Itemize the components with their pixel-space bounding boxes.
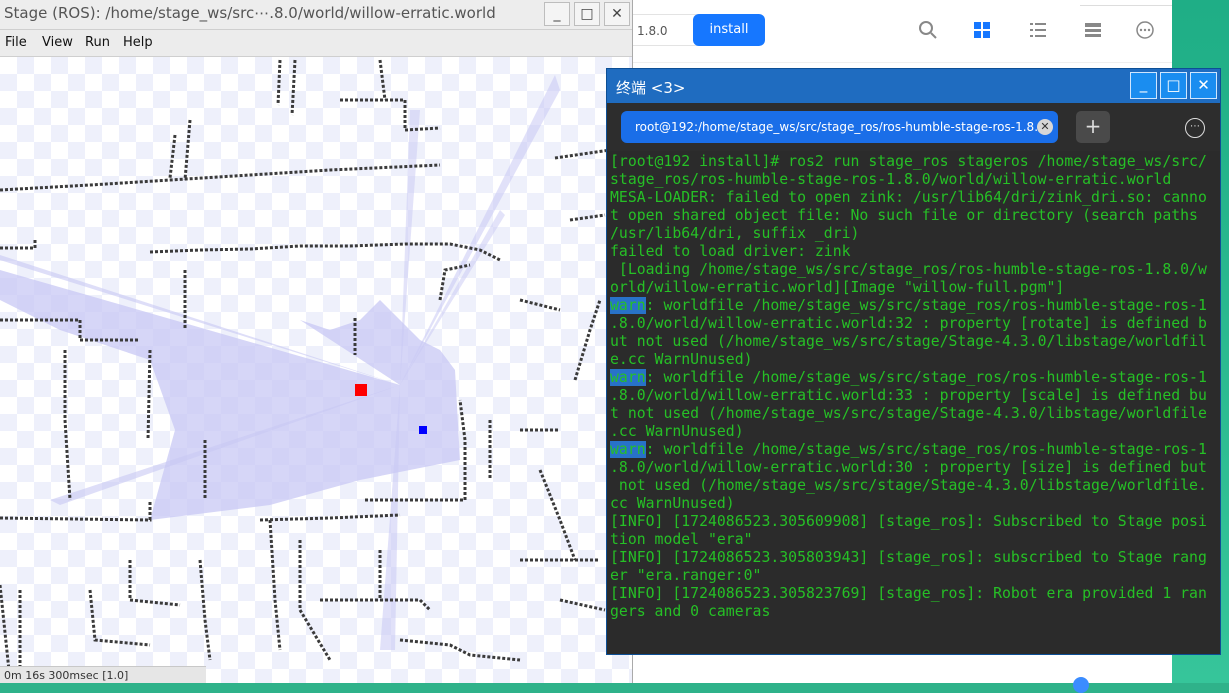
terminal-line: tion model "era" — [610, 531, 753, 548]
blue-robot[interactable] — [419, 426, 427, 434]
map-view — [0, 59, 611, 681]
terminal-line: e.cc WarnUnused) — [610, 351, 753, 368]
terminal-text: [root@192 install]# ros2 run stage_ros s… — [610, 153, 1218, 621]
terminal-line: failed to load driver: zink — [610, 243, 851, 260]
terminal-line: [Loading /home/stage_ws/src/stage_ros/ro… — [610, 261, 1207, 278]
terminal-line: /usr/lib64/dri, suffix _dri) — [610, 225, 860, 242]
maximize-button[interactable]: □ — [1160, 72, 1187, 99]
rows-icon[interactable] — [1081, 18, 1105, 42]
terminal-line: .cc WarnUnused) — [610, 423, 744, 440]
terminal-line: .8.0/world/willow-erratic.world:33 : pro… — [610, 387, 1207, 404]
terminal-window: 终端 <3> _ □ ✕ root@192:/home/stage_ws/src… — [606, 68, 1221, 655]
terminal-tab-label: root@192:/home/stage_ws/src/stage_ros/ro… — [635, 120, 1050, 134]
minimize-button[interactable]: _ — [1130, 72, 1157, 99]
red-robot[interactable] — [355, 384, 367, 396]
window-edge — [1080, 0, 1172, 6]
scroll-indicator — [1073, 677, 1089, 693]
stage-titlebar[interactable]: Stage (ROS): /home/stage_ws/src⋯.8.0/wor… — [0, 0, 632, 30]
more-icon[interactable]: ⋯ — [1185, 118, 1205, 138]
close-button[interactable]: ✕ — [1190, 72, 1217, 99]
stage-window: Stage (ROS): /home/stage_ws/src⋯.8.0/wor… — [0, 0, 633, 683]
terminal-line: t not used (/home/stage_ws/src/stage/Sta… — [610, 405, 1207, 422]
terminal-line: cc WarnUnused) — [610, 495, 735, 512]
terminal-line: er "era.ranger:0" — [610, 567, 762, 584]
terminal-title: 终端 <3> — [616, 79, 686, 97]
menu-view[interactable]: View — [42, 35, 73, 50]
stage-window-title: Stage (ROS): /home/stage_ws/src⋯.8.0/wor… — [4, 4, 496, 22]
install-button[interactable]: install — [693, 14, 765, 46]
terminal-line: orld/willow-erratic.world][Image "willow… — [610, 279, 1065, 296]
terminal-line: .8.0/world/willow-erratic.world:30 : pro… — [610, 459, 1207, 476]
more-icon[interactable] — [1133, 18, 1157, 42]
terminal-line: [INFO] [1724086523.305803943] [stage_ros… — [610, 549, 1207, 566]
menu-help[interactable]: Help — [123, 35, 153, 50]
terminal-titlebar[interactable]: 终端 <3> _ □ ✕ — [607, 69, 1220, 103]
minimize-button[interactable]: _ — [544, 2, 570, 26]
terminal-line: [INFO] [1724086523.305823769] [stage_ros… — [610, 585, 1207, 602]
laser-scan — [0, 75, 560, 650]
terminal-line: warn: worldfile /home/stage_ws/src/stage… — [610, 297, 1207, 314]
list-icon[interactable] — [1026, 18, 1050, 42]
warn-highlight: warn — [610, 369, 646, 386]
terminal-line: t open shared object file: No such file … — [610, 207, 1198, 224]
grid-icon[interactable] — [970, 18, 994, 42]
terminal-tabbar: root@192:/home/stage_ws/src/stage_ros/ro… — [607, 103, 1220, 151]
close-button[interactable]: ✕ — [604, 2, 630, 26]
maximize-button[interactable]: □ — [574, 2, 600, 26]
stage-status-bar: 0m 16s 300msec [1.0] — [0, 666, 206, 683]
toolbar-divider — [600, 62, 1172, 63]
terminal-line: warn: worldfile /home/stage_ws/src/stage… — [610, 369, 1207, 386]
terminal-output[interactable]: [root@192 install]# ros2 run stage_ros s… — [607, 151, 1220, 654]
terminal-line: ut not used (/home/stage_ws/src/stage/St… — [610, 333, 1207, 350]
terminal-line: gers and 0 cameras — [610, 603, 771, 620]
stage-map-canvas[interactable] — [0, 57, 632, 683]
terminal-line: [INFO] [1724086523.305609908] [stage_ros… — [610, 513, 1207, 530]
terminal-line: not used (/home/stage_ws/src/stage/Stage… — [610, 477, 1207, 494]
menu-file[interactable]: File — [5, 35, 27, 50]
new-tab-button[interactable]: + — [1076, 111, 1110, 143]
stage-menubar: File View Run Help — [0, 30, 632, 57]
warn-highlight: warn — [610, 297, 646, 314]
menu-run[interactable]: Run — [85, 35, 110, 50]
terminal-line: MESA-LOADER: failed to open zink: /usr/l… — [610, 189, 1207, 206]
tab-close-icon[interactable]: ✕ — [1037, 119, 1053, 135]
terminal-line: .8.0/world/willow-erratic.world:32 : pro… — [610, 315, 1207, 332]
terminal-line: stage_ros/ros-humble-stage-ros-1.8.0/wor… — [610, 171, 1172, 188]
terminal-line: warn: worldfile /home/stage_ws/src/stage… — [610, 441, 1207, 458]
search-icon[interactable] — [916, 18, 940, 42]
terminal-line: [root@192 install]# ros2 run stage_ros s… — [610, 153, 1207, 170]
warn-highlight: warn — [610, 441, 646, 458]
terminal-tab[interactable]: root@192:/home/stage_ws/src/stage_ros/ro… — [621, 111, 1058, 143]
